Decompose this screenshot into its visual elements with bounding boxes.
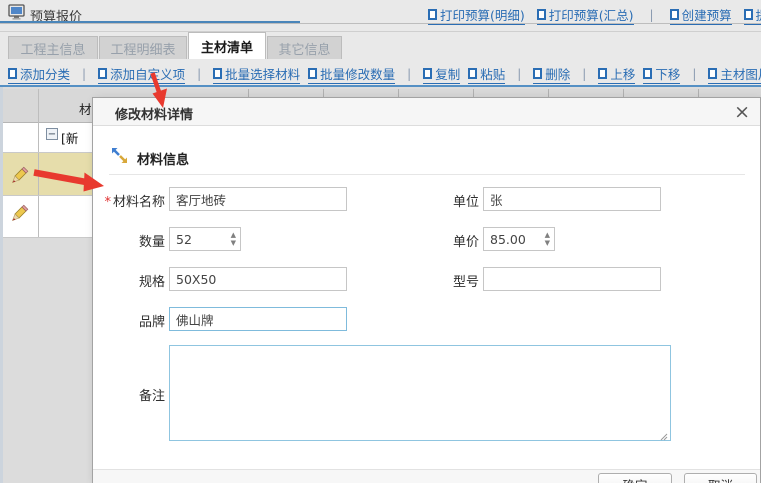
spec-label: 规格 [93,271,165,290]
separator: | [578,67,590,81]
model-label: 型号 [393,271,479,290]
column-divider [323,89,324,97]
textarea-resize-handle[interactable] [658,430,668,440]
move-down-link[interactable]: 下移 [643,64,680,84]
spin-down-icon[interactable]: ▼ [231,239,236,247]
material-image-link[interactable]: 主材图片 [708,64,761,84]
divider [0,31,761,32]
pencil-icon [9,201,31,223]
doc-icon [708,68,717,79]
print-budget-detail-link[interactable]: 打印预算(明细) [428,5,525,25]
model-field[interactable] [483,267,661,291]
row-divider [3,195,92,196]
doc-icon [308,68,317,79]
spin-down-icon[interactable]: ▼ [545,239,550,247]
remarks-label: 备注 [93,385,165,404]
tab-project-detail[interactable]: 工程明细表 [99,36,187,59]
doc-icon [423,68,432,79]
pencil-icon [9,163,31,185]
doc-icon [744,9,753,20]
paste-link[interactable]: 粘贴 [468,64,505,84]
remarks-field[interactable] [169,345,671,441]
separator: | [78,67,90,81]
doc-icon [98,68,107,79]
delete-link[interactable]: 删除 [533,64,570,84]
dialog-title: 修改材料详情 [115,104,193,123]
doc-icon [213,68,222,79]
tab-project-main-info[interactable]: 工程主信息 [8,36,98,59]
column-divider [623,89,624,97]
table-header-cell: 材 [79,99,92,118]
create-budget-link[interactable]: 创建预算 [670,5,732,25]
column-divider [38,89,39,238]
doc-icon [8,68,17,79]
separator: | [403,67,415,81]
edit-row-button[interactable] [9,163,33,187]
move-up-link[interactable]: 上移 [598,64,635,84]
header-actions: 打印预算(明细) 打印预算(汇总) | 创建预算 提取预算 [428,5,761,25]
copy-link[interactable]: 复制 [423,64,460,84]
column-divider [473,89,474,97]
row-divider [3,152,92,153]
section-resize-arrows-icon [111,147,128,168]
unit-field[interactable] [483,187,661,211]
dialog-titlebar [93,98,760,126]
material-toolbar: 添加分类 | 添加自定义项 | 批量选择材料 批量修改数量 | 复制 粘贴 | … [8,64,761,84]
quantity-stepper: ▲ ▼ [169,227,241,251]
collapse-group-icon[interactable]: − [46,128,58,140]
separator: | [513,67,525,81]
doc-icon [670,9,679,20]
doc-icon [643,68,652,79]
section-title: 材料信息 [137,149,189,168]
tab-main-material-list[interactable]: 主材清单 [188,32,266,59]
doc-icon [468,68,477,79]
doc-icon [598,68,607,79]
group-row-label: [新 [61,128,78,147]
column-divider [548,89,549,97]
close-icon[interactable]: × [734,99,750,125]
batch-select-material-link[interactable]: 批量选择材料 [213,64,300,84]
brand-field[interactable] [169,307,347,331]
quantity-label: 数量 [93,231,165,250]
separator: | [688,67,700,81]
column-divider [398,89,399,97]
app-window: 预算报价 打印预算(明细) 打印预算(汇总) | 创建预算 提取预算 工程主信息… [0,0,761,483]
cancel-button[interactable]: 取消 [684,473,757,483]
add-category-link[interactable]: 添加分类 [8,64,70,84]
doc-icon [533,68,542,79]
section-divider [109,174,745,175]
row-divider [3,237,92,238]
unit-price-label: 单价 [393,231,479,250]
unit-label: 单位 [393,191,479,210]
add-custom-item-link[interactable]: 添加自定义项 [98,64,185,84]
batch-modify-qty-link[interactable]: 批量修改数量 [308,64,395,84]
column-divider [698,89,699,97]
extract-budget-link[interactable]: 提取预算 [744,5,761,25]
doc-icon [537,9,546,20]
spec-field[interactable] [169,267,347,291]
tab-other-info[interactable]: 其它信息 [267,36,342,59]
edit-material-dialog: 修改材料详情 × 材料信息 *材料名称 单位 数量 ▲ ▼ 单价 ▲ [92,97,761,483]
ok-button[interactable]: 确定 [598,473,672,483]
required-mark: * [104,195,111,210]
unit-price-stepper: ▲ ▼ [483,227,555,251]
print-budget-summary-link[interactable]: 打印预算(汇总) [537,5,634,25]
doc-icon [428,9,437,20]
material-name-label: *材料名称 [93,191,165,210]
material-name-field[interactable] [169,187,347,211]
spin-up-icon[interactable]: ▲ [545,231,550,239]
edit-row-button[interactable] [9,201,33,225]
separator: | [193,67,205,81]
column-divider [248,89,249,97]
brand-label: 品牌 [93,311,165,330]
spin-up-icon[interactable]: ▲ [231,231,236,239]
separator: | [646,8,658,22]
